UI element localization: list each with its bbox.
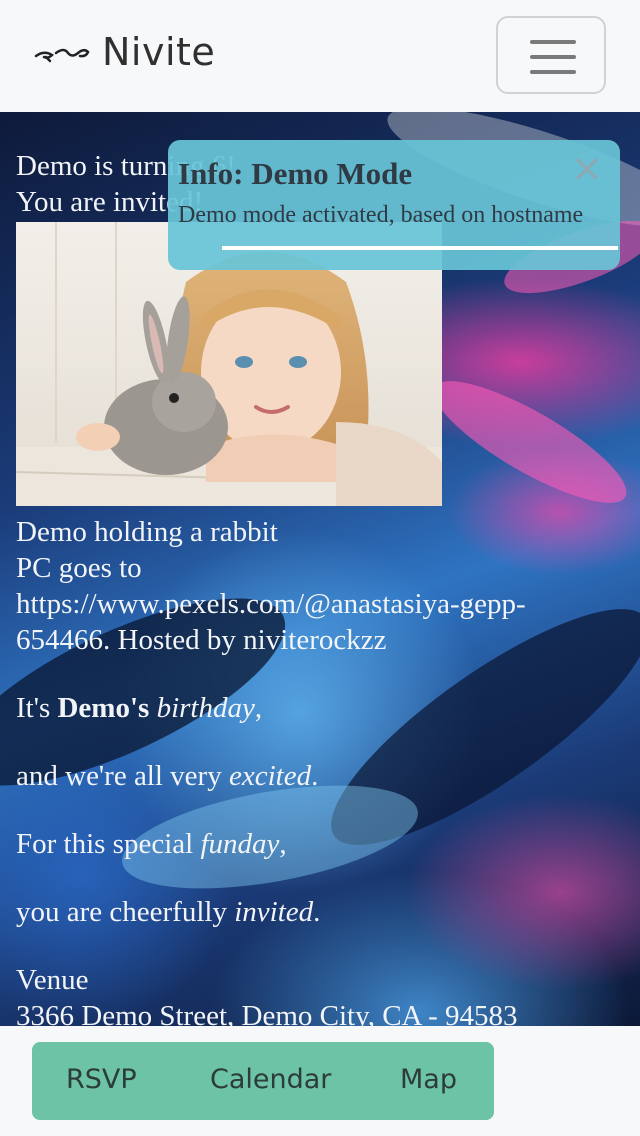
- hamburger-menu-button[interactable]: [496, 16, 606, 94]
- brand[interactable]: Nivite: [34, 26, 215, 78]
- top-navbar: Nivite: [0, 0, 640, 112]
- action-button-group: RSVP Calendar Map: [32, 1042, 494, 1120]
- venue-address: 3366 Demo Street, Demo City, CA - 94583: [16, 1000, 518, 1026]
- hamburger-bar: [530, 70, 576, 74]
- map-button[interactable]: Map: [400, 1064, 457, 1095]
- verse-text: .: [313, 896, 321, 928]
- verse-italic: invited: [234, 896, 314, 928]
- verse-text: For this special: [16, 828, 201, 860]
- rsvp-button[interactable]: RSVP: [66, 1064, 137, 1095]
- caption-line: Demo holding a rabbit: [16, 516, 278, 548]
- nivite-logo-icon: [34, 48, 90, 63]
- verse-text: It's: [16, 692, 58, 724]
- venue-block: Venue 3366 Demo Street, Demo City, CA - …: [16, 962, 518, 1026]
- caption-line: 654466. Hosted by niviterockzz: [16, 624, 387, 656]
- caption-line: PC goes to: [16, 552, 142, 584]
- photo-caption: Demo holding a rabbit PC goes to https:/…: [16, 514, 526, 658]
- verse-text: .: [311, 760, 319, 792]
- verse-text: ,: [254, 692, 263, 724]
- hamburger-bar: [530, 55, 576, 59]
- verse-line: and we're all very excited.: [16, 758, 318, 794]
- hamburger-bar: [530, 40, 576, 44]
- verse-italic: excited: [228, 760, 312, 792]
- brand-name: Nivite: [102, 30, 216, 74]
- toast-progress-bar: [222, 246, 618, 250]
- verse-line: For this special funday,: [16, 826, 287, 862]
- caption-line: https://www.pexels.com/@anastasiya-gepp-: [16, 588, 526, 620]
- toast-title: Info: Demo Mode: [178, 156, 413, 191]
- venue-label: Venue: [16, 964, 89, 996]
- close-icon[interactable]: [572, 154, 602, 184]
- demo-mode-toast: Info: Demo Mode Demo mode activated, bas…: [168, 140, 620, 270]
- verse-italic: birthday: [156, 692, 255, 724]
- verse-line: It's Demo's birthday,: [16, 690, 262, 726]
- verse-text: you are cheerfully: [16, 896, 235, 928]
- toast-message: Demo mode activated, based on hostname: [178, 202, 584, 228]
- verse-italic: funday: [200, 828, 280, 860]
- calendar-button[interactable]: Calendar: [210, 1064, 331, 1095]
- verse-bold: Demo's: [57, 692, 150, 724]
- verse-text: ,: [279, 828, 287, 860]
- verse-line: you are cheerfully invited.: [16, 894, 320, 930]
- bottom-action-bar: RSVP Calendar Map: [0, 1026, 640, 1136]
- verse-text: and we're all very: [16, 760, 229, 792]
